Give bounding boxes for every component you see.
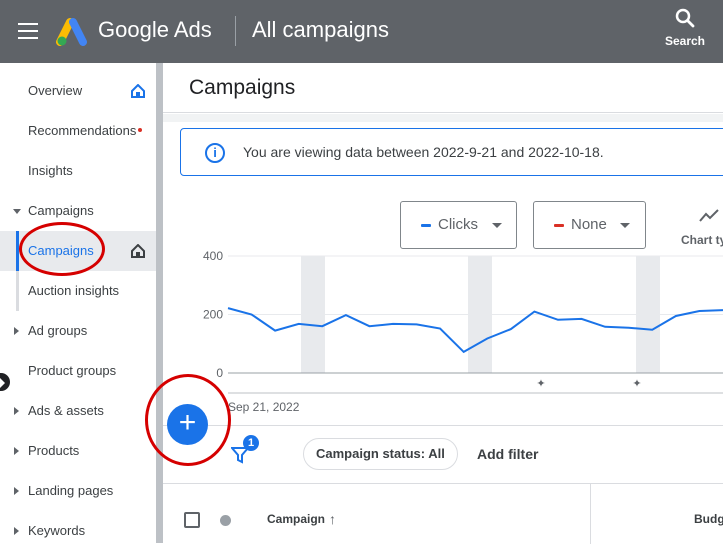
sidebar-item-label: Recommendations [28,123,136,138]
y-tick-label: 200 [203,308,223,322]
page-heading: All campaigns [252,17,389,43]
chevron-right-icon [14,447,19,455]
home-icon [131,244,145,258]
sidebar-item-label: Overview [28,83,82,98]
filter-row: 1 Campaign status: All Add filter [163,425,723,483]
sort-up-icon[interactable]: ↑ [329,511,336,527]
select-all-checkbox[interactable] [184,512,200,528]
sidebar-scrollbar[interactable] [156,63,163,543]
search-button[interactable]: Search [660,8,710,48]
menu-icon[interactable] [18,23,38,39]
metric1-color-mark [421,224,431,227]
page-title: Campaigns [189,76,295,100]
table-header: Campaign ↑ Budg [163,483,723,543]
annotation-marker-icon[interactable]: ✦ [632,378,641,390]
sidebar-item-product-groups[interactable]: Product groups [0,351,156,391]
y-tick-label: 0 [216,366,223,380]
metric2-color-mark [554,224,564,227]
metric2-label: None [571,216,607,233]
sidebar-item-label: Auction insights [28,283,119,298]
header-divider [235,16,236,46]
status-dot [220,515,231,526]
sidebar-item-label: Product groups [28,363,116,378]
chart-type-label: Chart ty [681,233,723,247]
chevron-right-icon [14,327,19,335]
x-tick-label: Sep 21, 2022 [228,400,300,414]
notification-dot [138,128,142,132]
date-range-text: You are viewing data between 2022-9-21 a… [243,144,604,160]
sidebar-item-ads-assets[interactable]: Ads & assets [0,391,156,431]
add-filter-button[interactable]: Add filter [477,446,538,462]
info-icon: i [205,143,225,163]
title-bar: Campaigns [163,63,723,113]
column-header-campaign[interactable]: Campaign [267,512,325,526]
annotation-marker-icon[interactable]: ✦ [536,378,545,390]
y-tick-label: 400 [203,249,223,263]
sidebar-item-auction-insights[interactable]: Auction insights [0,271,156,311]
sidebar-item-label: Keywords [28,523,85,538]
column-header-budget[interactable]: Budg [694,512,723,526]
top-bar: Google Ads All campaigns Search [0,0,723,63]
sidebar-item-keywords[interactable]: Keywords [0,511,156,551]
metric2-dropdown[interactable]: None [533,201,646,249]
chevron-down-icon [620,223,630,228]
filter-count-badge: 1 [243,435,259,451]
chevron-down-icon [13,209,21,214]
line-chart-icon [699,209,719,223]
metric1-label: Clicks [438,216,478,233]
chevron-down-icon [492,223,502,228]
chevron-right-icon [14,407,19,415]
sidebar-item-label: Products [28,443,79,458]
annotation-circle [145,374,231,466]
sidebar-item-label: Campaigns [28,203,94,218]
divider-band [163,114,723,122]
chevron-right-icon [14,487,19,495]
campaign-status-chip[interactable]: Campaign status: All [303,438,458,470]
annotation-circle [19,222,105,276]
main-content: Campaigns i You are viewing data between… [163,63,723,543]
search-label: Search [660,34,710,48]
brand-name: Google Ads [98,17,212,43]
sidebar-item-overview[interactable]: Overview [0,71,156,111]
sidebar-item-label: Insights [28,163,73,178]
date-range-notice: i You are viewing data between 2022-9-21… [180,128,723,176]
sidebar-item-insights[interactable]: Insights [0,151,156,191]
sidebar-item-products[interactable]: Products [0,431,156,471]
sidebar-item-recommendations[interactable]: Recommendations [0,111,156,151]
sidebar: Overview Recommendations Insights Campai… [0,63,156,543]
sidebar-item-landing-pages[interactable]: Landing pages [0,471,156,511]
search-icon [675,8,695,28]
column-divider [590,484,591,544]
metric1-dropdown[interactable]: Clicks [400,201,517,249]
home-icon [131,84,145,98]
sidebar-item-ad-groups[interactable]: Ad groups [0,311,156,351]
chevron-right-icon [14,527,19,535]
performance-chart: 400 200 0 ✦ ✦ Sep 21, 2022 [163,248,723,428]
google-ads-logo [56,16,90,46]
sidebar-item-label: Landing pages [28,483,113,498]
sidebar-item-label: Ads & assets [28,403,104,418]
sub-indicator [16,271,19,311]
sidebar-item-label: Ad groups [28,323,87,338]
